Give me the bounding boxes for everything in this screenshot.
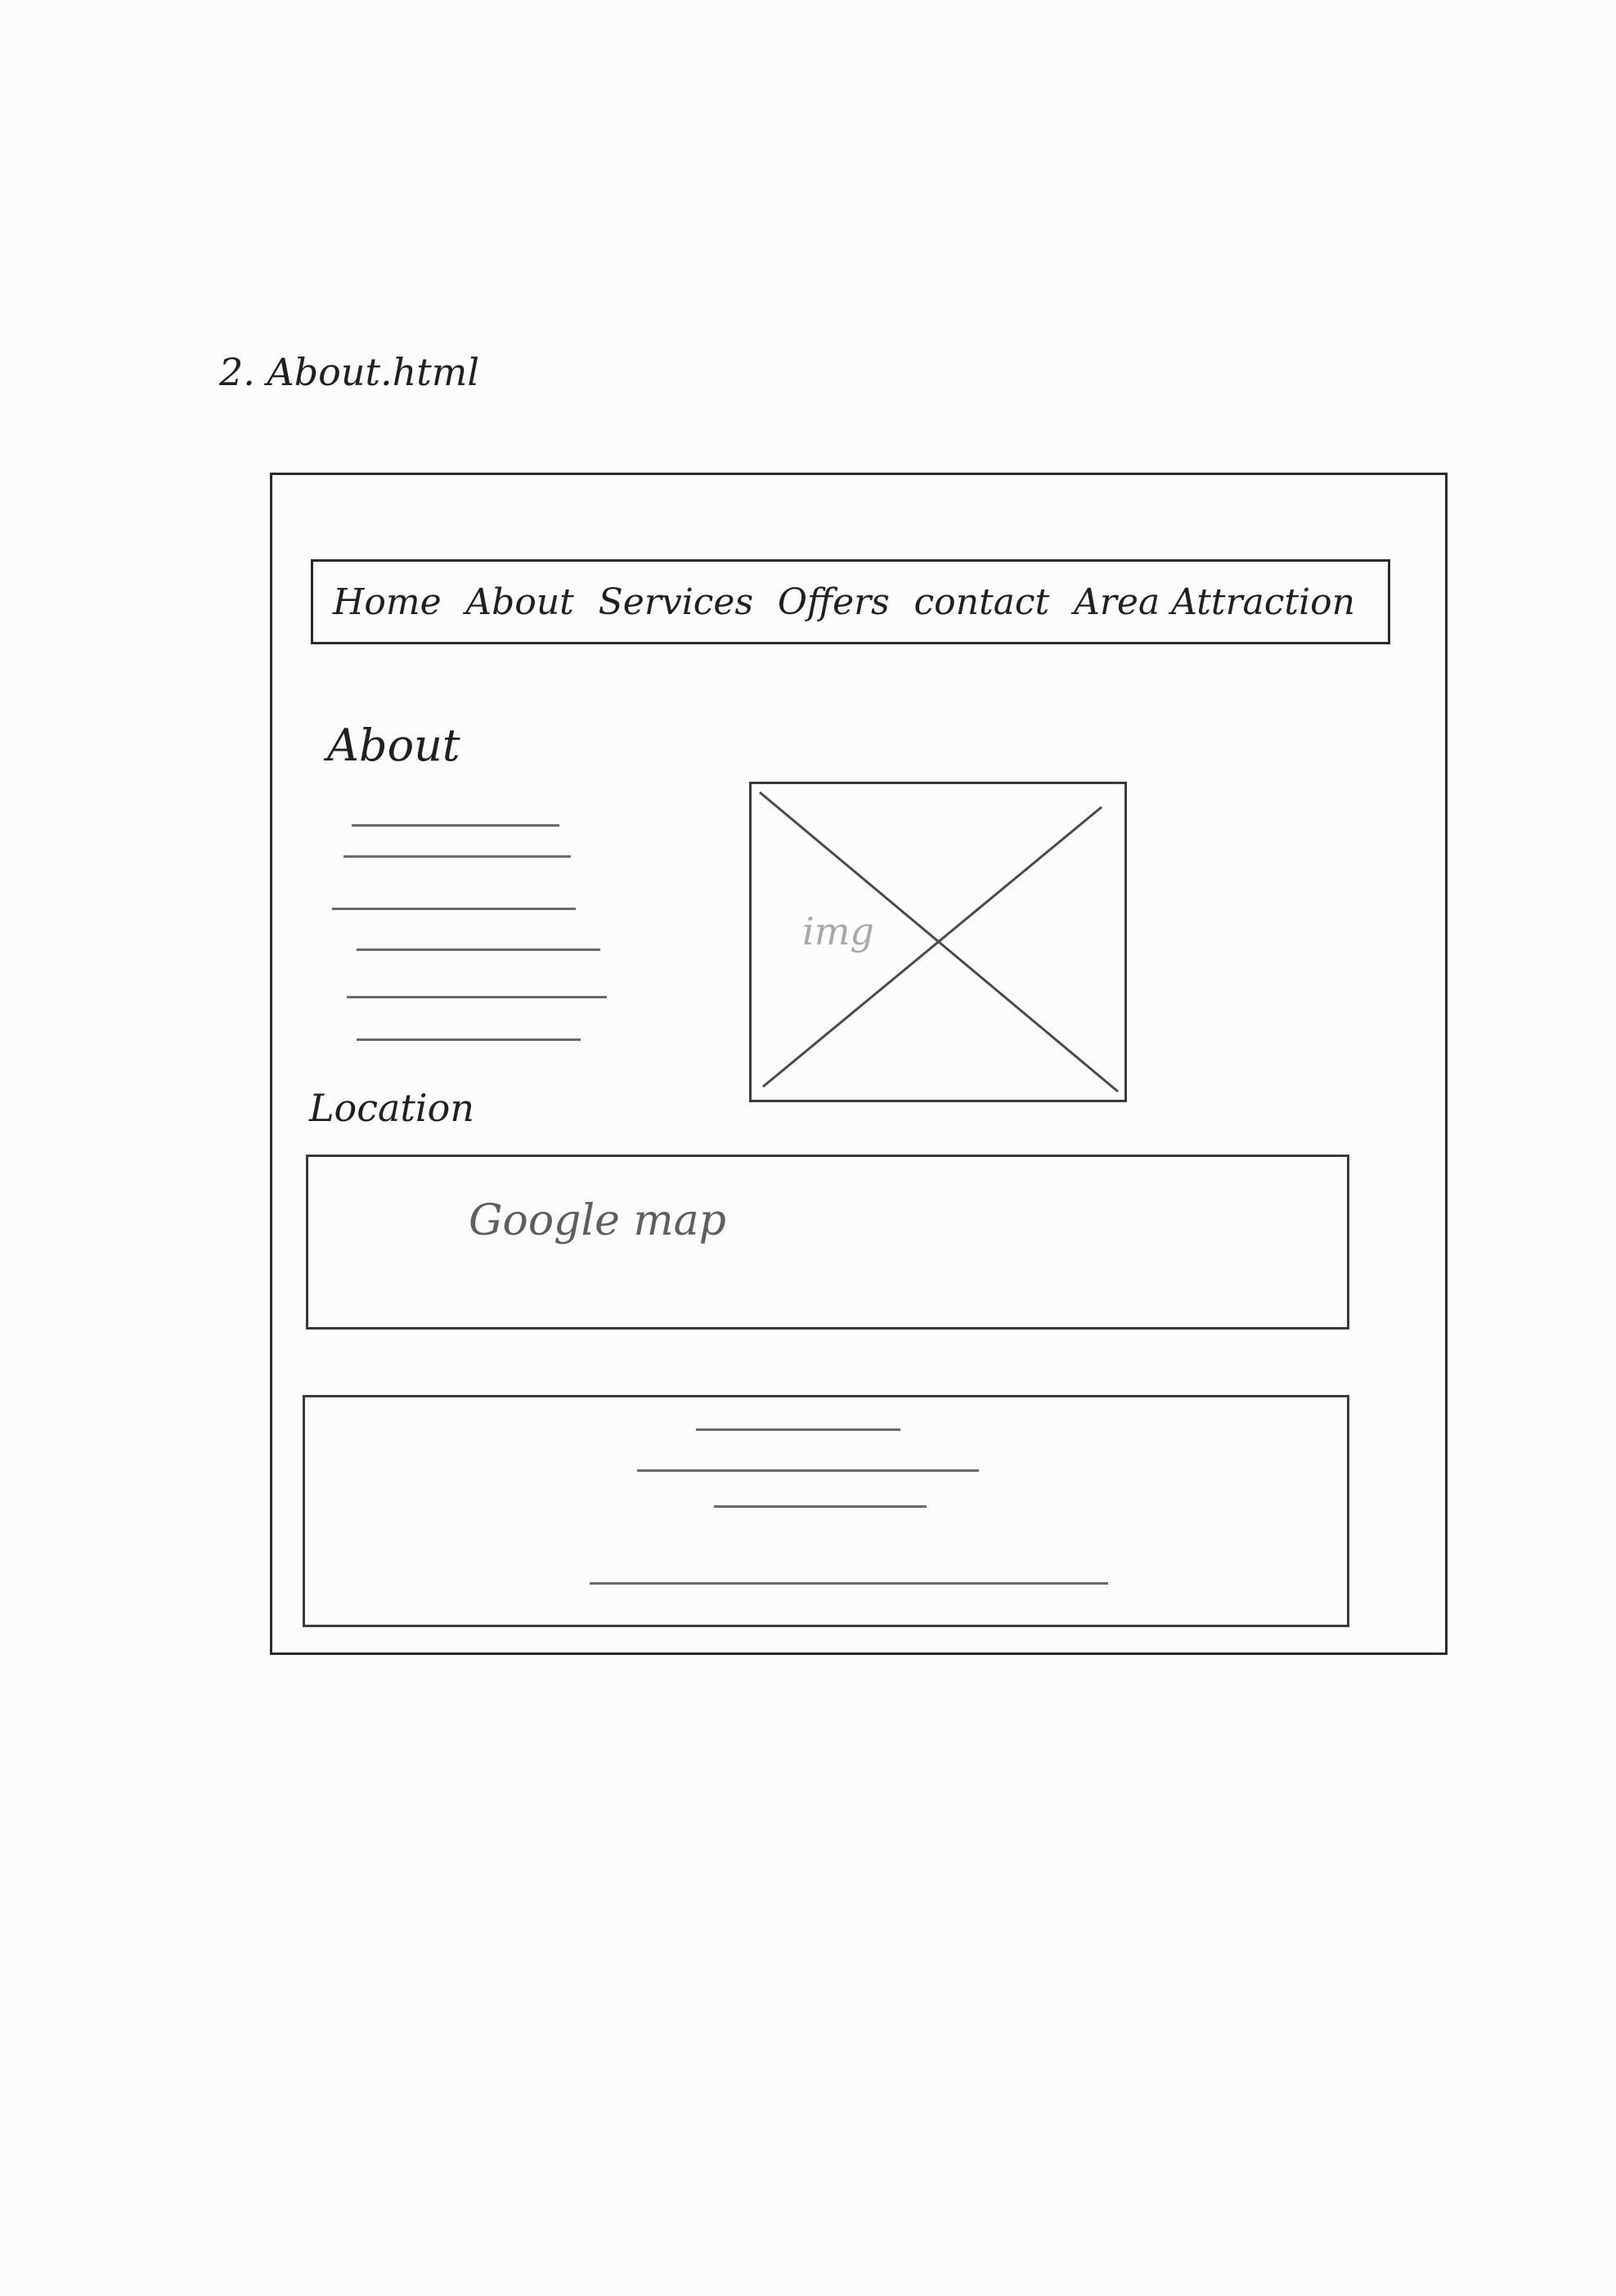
about-text-line: [357, 1038, 581, 1041]
about-text-line: [357, 948, 600, 951]
image-placeholder-cross: img: [759, 791, 1119, 1093]
google-map-placeholder[interactable]: Google map: [306, 1155, 1349, 1330]
nav-item-services[interactable]: Services: [599, 581, 753, 623]
about-text-line: [347, 996, 607, 998]
footer: [303, 1395, 1349, 1627]
footer-text-line: [590, 1582, 1108, 1585]
location-heading: Location: [309, 1086, 474, 1130]
about-text-line: [343, 855, 571, 858]
image-placeholder: img: [749, 782, 1127, 1102]
page-title: 2. About.html: [219, 350, 480, 394]
about-text-line: [352, 824, 559, 827]
nav-item-contact[interactable]: contact: [914, 581, 1050, 623]
nav-bar: Home About Services Offers contact Area …: [311, 559, 1390, 644]
nav-item-area-attraction[interactable]: Area Attraction: [1074, 581, 1355, 623]
nav-item-home[interactable]: Home: [333, 581, 442, 623]
about-heading: About: [327, 720, 460, 771]
image-placeholder-label: img: [802, 909, 874, 953]
nav-item-about[interactable]: About: [465, 581, 573, 623]
footer-text-line: [637, 1469, 979, 1472]
footer-text-line: [696, 1428, 900, 1431]
footer-text-line: [714, 1505, 927, 1508]
about-text-line: [332, 908, 576, 910]
map-label: Google map: [469, 1196, 726, 1245]
nav-item-offers[interactable]: Offers: [778, 581, 890, 623]
